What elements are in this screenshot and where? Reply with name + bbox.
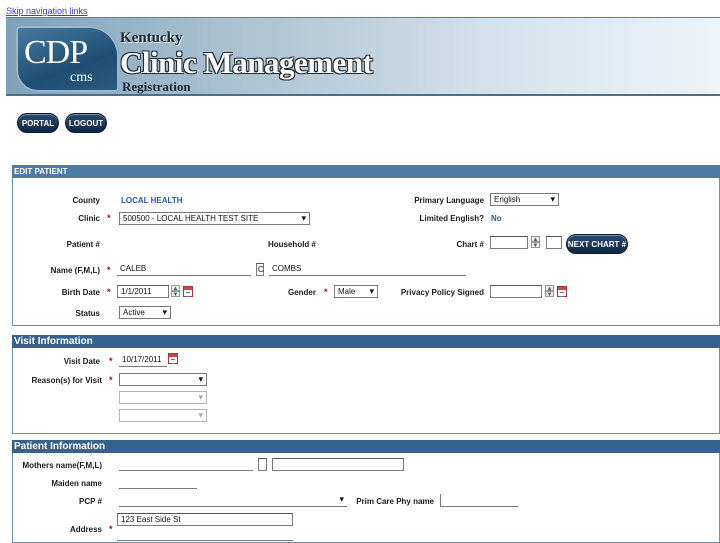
reason-for-visit-label: Reason(s) for Visit xyxy=(31,376,102,385)
calendar-icon[interactable] xyxy=(557,286,567,297)
county-label: County xyxy=(72,196,100,205)
mothers-middle-initial-input[interactable] xyxy=(258,458,267,471)
edit-patient-header: EDIT PATIENT xyxy=(12,165,720,178)
reason-select-2[interactable] xyxy=(119,391,207,404)
status-select[interactable]: Active xyxy=(119,306,171,319)
visit-information-header: Visit Information xyxy=(12,335,720,348)
mothers-first-name-input[interactable] xyxy=(119,458,253,471)
chart-number-label: Chart # xyxy=(456,240,484,249)
required-marker: * xyxy=(109,356,113,366)
birth-date-label: Birth Date xyxy=(61,288,100,297)
next-chart-button[interactable]: NEXT CHART # xyxy=(566,234,628,254)
chart-number-input[interactable] xyxy=(490,236,528,249)
last-name-input[interactable]: COMBS xyxy=(269,263,466,276)
required-marker: * xyxy=(324,287,328,297)
app-title: Clinic Management xyxy=(120,45,373,80)
required-marker: * xyxy=(109,375,113,385)
prim-care-phy-input[interactable] xyxy=(440,494,518,507)
reason-select-3[interactable] xyxy=(119,409,207,422)
maiden-name-input[interactable] xyxy=(119,476,197,489)
clinic-select[interactable]: 500500 - LOCAL HEALTH TEST SITE xyxy=(119,212,310,225)
chart-number-spinner[interactable]: ▲ ▼ xyxy=(531,236,540,249)
address-label: Address xyxy=(69,525,102,534)
pcp-select[interactable] xyxy=(119,494,347,507)
address-line2-input[interactable] xyxy=(117,528,293,541)
pcp-number-label: PCP # xyxy=(79,497,102,506)
logout-button[interactable]: LOGOUT xyxy=(65,113,107,133)
patient-information-header: Patient Information xyxy=(12,440,720,453)
visit-date-input[interactable]: 10/17/2011 xyxy=(119,354,167,367)
primary-language-label: Primary Language xyxy=(414,196,484,205)
name-label: Name (F,M,L) xyxy=(50,266,100,275)
app-banner: CDP cms Kentucky Clinic Management Regis… xyxy=(6,17,720,96)
status-label: Status xyxy=(75,309,100,318)
address-line1-input[interactable]: 123 East Side St xyxy=(117,513,293,526)
app-subtitle: Registration xyxy=(122,79,191,94)
calendar-icon[interactable] xyxy=(183,286,193,297)
patient-number-label: Patient # xyxy=(66,240,100,249)
limited-english-label: Limited English? xyxy=(419,214,484,223)
logo-subtext: cms xyxy=(70,70,93,85)
gender-label: Gender xyxy=(287,288,316,297)
birth-date-input[interactable]: 1/1/2011 xyxy=(117,285,169,298)
mothers-last-name-input[interactable] xyxy=(272,458,404,471)
first-name-input[interactable]: CALEB xyxy=(117,263,251,276)
county-value: LOCAL HEALTH xyxy=(121,196,183,205)
portal-button[interactable]: PORTAL xyxy=(17,113,59,133)
required-marker: * xyxy=(107,287,111,297)
prim-care-phy-label: Prim Care Phy name xyxy=(356,497,434,506)
skip-navigation-link[interactable]: Skip navigation links xyxy=(6,6,88,16)
privacy-date-spinner[interactable]: ▲ ▼ xyxy=(545,285,554,298)
calendar-icon[interactable] xyxy=(168,353,178,364)
middle-initial-input[interactable]: C xyxy=(256,263,264,276)
required-marker: * xyxy=(109,524,113,534)
chart-suffix-input[interactable] xyxy=(546,236,562,249)
primary-language-select[interactable]: English xyxy=(490,193,559,206)
clinic-label: Clinic xyxy=(78,214,100,223)
logo-text: CDP xyxy=(24,34,88,71)
required-marker: * xyxy=(107,213,111,223)
gender-select[interactable]: Male xyxy=(334,285,378,298)
birth-date-spinner[interactable]: ▲ ▼ xyxy=(171,285,180,298)
reason-select-1[interactable] xyxy=(119,373,207,386)
limited-english-value: No xyxy=(491,214,502,223)
privacy-policy-label: Privacy Policy Signed xyxy=(400,288,484,297)
household-number-label: Household # xyxy=(267,240,316,249)
maiden-name-label: Maiden name xyxy=(51,479,102,488)
required-marker: * xyxy=(107,265,111,275)
mothers-name-label: Mothers name(F,M,L) xyxy=(22,461,102,470)
privacy-date-input[interactable] xyxy=(490,285,542,298)
visit-date-label: Visit Date xyxy=(63,357,100,366)
